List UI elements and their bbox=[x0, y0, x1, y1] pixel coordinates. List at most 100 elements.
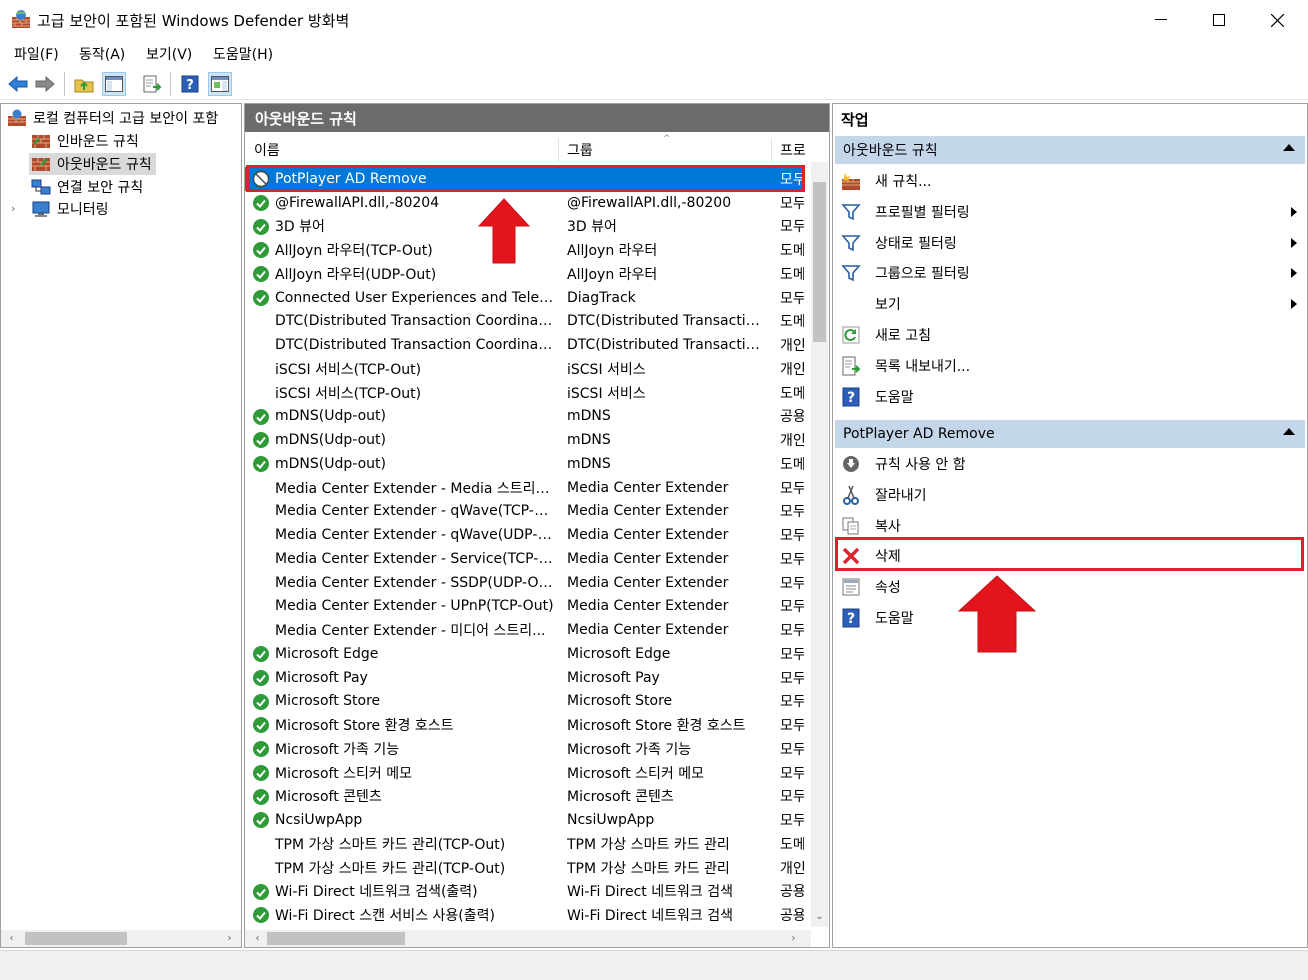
actions-section-selected-rule[interactable]: PotPlayer AD Remove bbox=[835, 420, 1305, 448]
table-row[interactable]: iSCSI 서비스(TCP-Out) iSCSI 서비스 도메 bbox=[245, 381, 804, 405]
cell-rule-name: mDNS(Udp-out) bbox=[275, 408, 386, 425]
tree-item-monitoring[interactable]: 모니터링 bbox=[31, 198, 109, 220]
table-row[interactable]: mDNS(Udp-out) mDNS 공용 bbox=[245, 405, 804, 429]
tree-horizontal-scrollbar[interactable]: ‹ › bbox=[1, 930, 241, 947]
column-header-name[interactable]: 이름 bbox=[245, 138, 558, 162]
table-row[interactable]: Wi-Fi Direct 스캔 서비스 사용(출력) Wi-Fi Direct 네… bbox=[245, 903, 804, 927]
action-view[interactable]: 보기 bbox=[835, 289, 1305, 319]
action-filter[interactable]: 프로필별 필터링 bbox=[835, 197, 1305, 227]
action-filter[interactable]: 상태로 필터링 bbox=[835, 228, 1305, 258]
action-label: 규칙 사용 안 함 bbox=[875, 457, 966, 473]
table-row[interactable]: Media Center Extender - SSDP(UDP-Out) Med… bbox=[245, 571, 804, 595]
action-label: 그룹으로 필터링 bbox=[875, 266, 970, 283]
scroll-right-icon[interactable]: › bbox=[785, 930, 802, 947]
table-row[interactable]: Media Center Extender - Media 스트리밍... Med… bbox=[245, 476, 804, 500]
table-row[interactable]: mDNS(Udp-out) mDNS 개인 bbox=[245, 428, 804, 452]
expand-chevron-icon[interactable]: › bbox=[11, 202, 15, 215]
table-row[interactable]: Media Center Extender - qWave(TCP-Out) Me… bbox=[245, 500, 804, 524]
show-action-pane-button[interactable] bbox=[208, 72, 232, 96]
tree-item-outbound[interactable]: 아웃바운드 규칙 bbox=[29, 153, 156, 175]
table-row[interactable]: DTC(Distributed Transaction Coordinator)… bbox=[245, 333, 804, 357]
table-row[interactable]: Microsoft 가족 기능 Microsoft 가족 기능 모두 bbox=[245, 737, 804, 761]
table-row[interactable]: Media Center Extender - qWave(UDP-Out) Me… bbox=[245, 523, 804, 547]
scrollbar-thumb[interactable] bbox=[25, 932, 127, 945]
scroll-right-icon[interactable]: › bbox=[221, 930, 238, 947]
minimize-button[interactable] bbox=[1132, 0, 1190, 40]
allowed-check-icon bbox=[252, 716, 270, 734]
table-row[interactable]: Microsoft Pay Microsoft Pay 모두 bbox=[245, 666, 804, 690]
column-header-group[interactable]: 그룹 bbox=[558, 138, 771, 162]
cell-group: TPM 가상 스마트 카드 관리 bbox=[567, 836, 730, 853]
action-filter[interactable]: 그룹으로 필터링 bbox=[835, 258, 1305, 288]
action-properties[interactable]: 속성 bbox=[835, 572, 1305, 602]
action-label: 복사 bbox=[875, 518, 901, 535]
table-row[interactable]: Media Center Extender - Service(TCP-Out)… bbox=[245, 547, 804, 571]
column-header-profile[interactable]: 프로 bbox=[771, 138, 811, 162]
help-button[interactable]: ? bbox=[178, 72, 202, 96]
actions-section-outbound[interactable]: 아웃바운드 규칙 bbox=[835, 136, 1305, 164]
collapse-caret-icon[interactable] bbox=[1283, 144, 1295, 151]
table-row[interactable]: mDNS(Udp-out) mDNS 도메 bbox=[245, 452, 804, 476]
table-row[interactable]: iSCSI 서비스(TCP-Out) iSCSI 서비스 개인 bbox=[245, 357, 804, 381]
table-row[interactable]: Connected User Experiences and Telemetry… bbox=[245, 286, 804, 310]
action-label: 도움말 bbox=[875, 389, 914, 406]
action-disable-rule[interactable]: 규칙 사용 안 함 bbox=[835, 449, 1305, 479]
table-row[interactable]: Wi-Fi Direct 네트워크 검색(출력) Wi-Fi Direct 네트워… bbox=[245, 880, 804, 904]
forward-button[interactable] bbox=[33, 72, 57, 96]
back-button[interactable] bbox=[6, 72, 30, 96]
table-row[interactable]: TPM 가상 스마트 카드 관리(TCP-Out) TPM 가상 스마트 카드 관… bbox=[245, 856, 804, 880]
table-row[interactable]: Microsoft 콘텐츠 Microsoft 콘텐츠 모두 bbox=[245, 785, 804, 809]
rules-vertical-scrollbar[interactable]: ⌄ bbox=[811, 162, 828, 927]
scroll-down-icon[interactable]: ⌄ bbox=[811, 908, 828, 925]
table-row[interactable]: Microsoft Store Microsoft Store 모두 bbox=[245, 690, 804, 714]
cell-rule-name: TPM 가상 스마트 카드 관리(TCP-Out) bbox=[275, 836, 506, 853]
cell-group: Microsoft Pay bbox=[567, 669, 660, 686]
export-button[interactable] bbox=[140, 72, 164, 96]
tree-item-connection-security[interactable]: 연결 보안 규칙 bbox=[31, 176, 143, 198]
up-folder-button[interactable] bbox=[72, 72, 96, 96]
table-row[interactable]: NcsiUwpApp NcsiUwpApp 모두 bbox=[245, 808, 804, 832]
allowed-check-icon bbox=[252, 883, 270, 901]
scrollbar-thumb[interactable] bbox=[267, 932, 405, 945]
menu-file[interactable]: 파일(F) bbox=[14, 44, 59, 64]
collapse-caret-icon[interactable] bbox=[1283, 428, 1295, 435]
close-button[interactable] bbox=[1248, 0, 1306, 40]
cell-rule-name: Microsoft Store bbox=[275, 693, 381, 710]
cell-rule-name: Connected User Experiences and Telemetry bbox=[275, 289, 557, 306]
menu-view[interactable]: 보기(V) bbox=[146, 44, 192, 64]
filter-icon bbox=[841, 202, 861, 222]
maximize-button[interactable] bbox=[1190, 0, 1248, 40]
scroll-left-icon[interactable]: ‹ bbox=[3, 930, 20, 947]
scroll-left-icon[interactable]: ‹ bbox=[249, 930, 266, 947]
action-cut[interactable]: 잘라내기 bbox=[835, 480, 1305, 510]
table-row[interactable]: Microsoft Store 환경 호스트 Microsoft Store 환경… bbox=[245, 713, 804, 737]
cell-group: Microsoft 콘텐츠 bbox=[567, 789, 674, 806]
menu-help[interactable]: 도움말(H) bbox=[213, 44, 273, 64]
table-row[interactable]: Microsoft 스티커 메모 Microsoft 스티커 메모 모두 bbox=[245, 761, 804, 785]
actions-pane: 작업 아웃바운드 규칙 새 규칙... 프로필별 필터링 상태로 필터링 그룹으로 필… bbox=[832, 103, 1308, 948]
allowed-check-icon bbox=[252, 645, 270, 663]
allowed-check-icon bbox=[252, 408, 270, 426]
menu-action[interactable]: 동작(A) bbox=[79, 44, 125, 64]
table-row[interactable]: TPM 가상 스마트 카드 관리(TCP-Out) TPM 가상 스마트 카드 관… bbox=[245, 832, 804, 856]
action-help[interactable]: ? 도움말 bbox=[835, 603, 1305, 633]
rules-horizontal-scrollbar[interactable]: ‹ › bbox=[245, 930, 811, 947]
action-label: 도움말 bbox=[875, 611, 914, 627]
cell-group: Wi-Fi Direct 네트워크 검색 bbox=[567, 908, 733, 925]
table-row[interactable]: Microsoft Edge Microsoft Edge 모두 bbox=[245, 642, 804, 666]
action-refresh[interactable]: 새로 고침 bbox=[835, 320, 1305, 350]
rules-list-pane: 아웃바운드 규칙 ^ 이름 그룹 프로 PotPlayer AD Remove 모… bbox=[244, 103, 830, 948]
table-row[interactable]: AllJoyn 라우터(UDP-Out) AllJoyn 라우터 도메 bbox=[245, 262, 804, 286]
table-row[interactable]: Media Center Extender - 미디어 스트리... Media … bbox=[245, 618, 804, 642]
submenu-arrow-icon bbox=[1291, 237, 1297, 248]
show-tree-button[interactable] bbox=[102, 72, 126, 96]
action-export-list[interactable]: 목록 내보내기... bbox=[835, 351, 1305, 381]
action-help[interactable]: ? 도움말 bbox=[835, 382, 1305, 412]
tree-root[interactable]: 로컬 컴퓨터의 고급 보안이 포함 bbox=[7, 107, 218, 129]
tree-item-inbound[interactable]: 인바운드 규칙 bbox=[31, 130, 139, 152]
scrollbar-thumb[interactable] bbox=[813, 182, 826, 342]
action-new-rule[interactable]: 새 규칙... bbox=[835, 166, 1305, 196]
table-row[interactable]: DTC(Distributed Transaction Coordinator)… bbox=[245, 310, 804, 334]
table-row[interactable]: Media Center Extender - UPnP(TCP-Out) Med… bbox=[245, 595, 804, 619]
cell-group: @FirewallAPI.dll,-80200 bbox=[567, 194, 732, 211]
